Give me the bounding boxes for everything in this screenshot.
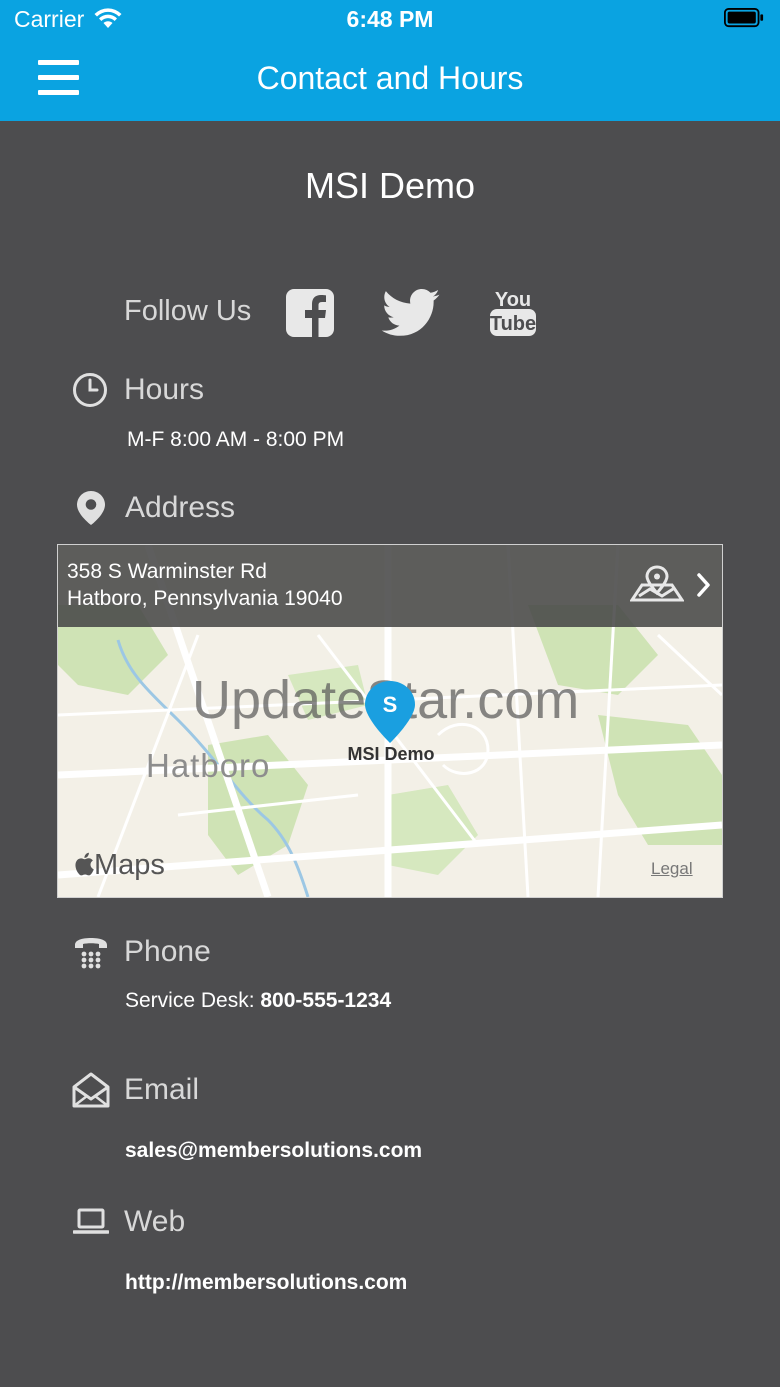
map-legal-link[interactable]: Legal xyxy=(651,859,693,879)
web-link[interactable]: http://membersolutions.com xyxy=(125,1271,407,1295)
organization-name: MSI Demo xyxy=(304,165,476,206)
youtube-icon[interactable]: You Tube xyxy=(488,288,538,338)
youtube-tube-text: Tube xyxy=(490,313,536,335)
follow-us-label: Follow Us xyxy=(124,295,252,327)
chevron-right-icon[interactable] xyxy=(696,572,712,598)
map-town-label: Hatboro xyxy=(146,747,271,784)
apple-logo-icon xyxy=(75,852,94,876)
address-map[interactable]: UpdateStar.com Hatboro S MSI Demo 358 S … xyxy=(57,544,723,898)
phone-icon xyxy=(75,938,107,969)
status-time: 6:48 PM xyxy=(346,6,434,32)
address-line-2: Hatboro, Pennsylvania 19040 xyxy=(67,587,343,610)
web-label: Web xyxy=(124,1205,186,1238)
nav-header: Carrier 6:48 PM Contact and Hours xyxy=(0,0,780,121)
maps-brand-text: Maps xyxy=(94,849,165,881)
twitter-icon[interactable] xyxy=(381,289,441,339)
phone-number-link[interactable]: 800-555-1234 xyxy=(260,989,391,1012)
status-bar: Carrier 6:48 PM xyxy=(0,0,780,40)
clock-icon xyxy=(73,373,107,407)
location-pin-icon xyxy=(77,491,105,525)
youtube-you-text: You xyxy=(495,289,531,311)
maps-brand: Maps xyxy=(74,849,165,882)
map-pin-letter: S xyxy=(383,692,398,717)
hours-label: Hours xyxy=(124,373,205,406)
facebook-icon[interactable] xyxy=(285,288,335,338)
page-title: Contact and Hours xyxy=(256,60,524,96)
phone-prefix: Service Desk: xyxy=(125,989,261,1012)
address-overlay: 358 S Warminster Rd Hatboro, Pennsylvani… xyxy=(58,545,722,627)
map-pin-label: MSI Demo xyxy=(347,744,435,764)
envelope-open-icon xyxy=(72,1072,110,1108)
phone-line: Service Desk: 800-555-1234 xyxy=(125,989,391,1013)
address-label: Address xyxy=(125,491,236,524)
battery-icon xyxy=(724,8,764,28)
hours-value: M-F 8:00 AM - 8:00 PM xyxy=(127,428,345,451)
directions-map-icon[interactable] xyxy=(630,565,684,603)
laptop-icon xyxy=(73,1208,109,1234)
email-label: Email xyxy=(124,1073,200,1106)
address-line-1: 358 S Warminster Rd xyxy=(67,560,267,583)
map-pin-icon[interactable]: S xyxy=(362,679,418,745)
email-link[interactable]: sales@membersolutions.com xyxy=(125,1139,422,1163)
phone-label: Phone xyxy=(124,935,211,968)
